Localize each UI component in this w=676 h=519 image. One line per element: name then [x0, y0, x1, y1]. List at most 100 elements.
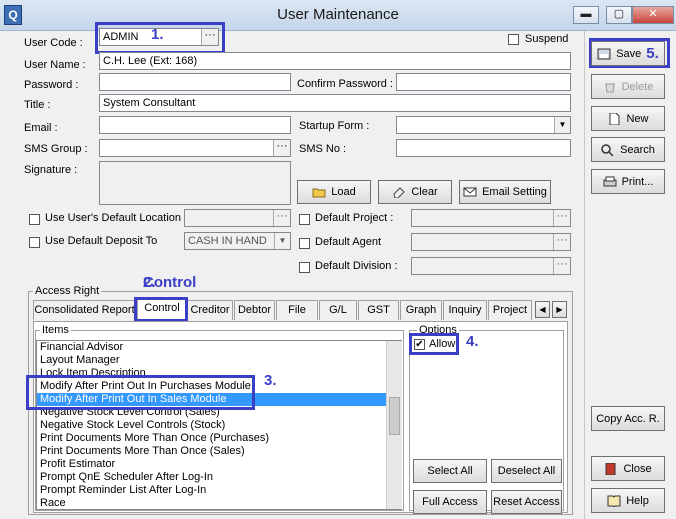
default-division-lookup-button[interactable]: ··· [553, 258, 570, 274]
list-item[interactable]: Profit Estimator [37, 458, 401, 471]
default-project-label: Default Project : [315, 212, 394, 224]
default-project-checkbox[interactable] [299, 214, 310, 225]
items-scrollbar[interactable] [386, 341, 402, 509]
suspend-label: Suspend [525, 33, 569, 45]
suspend-checkbox[interactable] [508, 34, 519, 45]
list-item[interactable]: Print Documents More Than Once (Sales) [37, 445, 401, 458]
close-window-button[interactable]: ✕ [632, 6, 674, 24]
help-button[interactable]: Help [591, 488, 665, 513]
default-division-label: Default Division : [315, 260, 398, 272]
items-list[interactable]: Financial Advisor Layout Manager Lock It… [36, 340, 402, 510]
annotation-3: 3. [264, 372, 277, 389]
tab-consolidated-report[interactable]: Consolidated Report [33, 300, 136, 320]
default-project-input[interactable]: ··· [411, 209, 571, 227]
title-label: Title : [24, 99, 51, 111]
list-item[interactable]: Negative Stock Level Controls (Stock) [37, 419, 401, 432]
reset-access-button[interactable]: Reset Access [491, 490, 562, 514]
items-label: Items [40, 324, 71, 336]
tab-project[interactable]: Project [488, 300, 532, 320]
new-button[interactable]: New [591, 106, 665, 131]
title-input[interactable]: System Consultant [99, 94, 571, 112]
full-access-button[interactable]: Full Access [413, 490, 487, 514]
sms-group-lookup-button[interactable]: ··· [273, 140, 290, 156]
tab-inquiry[interactable]: Inquiry [443, 300, 487, 320]
default-division-checkbox[interactable] [299, 262, 310, 273]
select-all-button[interactable]: Select All [413, 459, 487, 483]
search-button[interactable]: Search [591, 137, 665, 162]
startup-form-label: Startup Form : [299, 120, 370, 132]
sidebar-divider [584, 31, 585, 519]
default-project-lookup-button[interactable]: ··· [553, 210, 570, 226]
restore-button[interactable]: ▢ [606, 6, 632, 24]
delete-button[interactable]: Delete [591, 74, 665, 99]
annotation-2-label: 2. [143, 274, 156, 291]
folder-icon [312, 186, 326, 198]
search-icon [601, 143, 615, 157]
highlight-box-4 [409, 333, 459, 355]
highlight-box-3 [26, 375, 255, 410]
clear-button[interactable]: Clear [378, 180, 452, 204]
sms-group-input[interactable]: ··· [99, 139, 291, 157]
list-item[interactable]: Prompt Reminder List After Log-In [37, 484, 401, 497]
trash-icon [603, 81, 617, 93]
close-button[interactable]: Close [591, 456, 665, 481]
list-item[interactable]: Layout Manager [37, 354, 401, 367]
load-button[interactable]: Load [297, 180, 371, 204]
tab-file[interactable]: File [276, 300, 318, 320]
startup-form-select[interactable]: ▼ [396, 116, 571, 134]
email-input[interactable] [99, 116, 291, 134]
default-location-lookup-button[interactable]: ··· [273, 210, 290, 226]
default-agent-checkbox[interactable] [299, 238, 310, 249]
save-icon [597, 48, 611, 60]
copy-access-right-button[interactable]: Copy Acc. R. [591, 406, 665, 431]
chevron-down-icon[interactable]: ▼ [274, 233, 290, 249]
help-book-icon [607, 495, 621, 508]
confirm-password-label: Confirm Password : [297, 78, 393, 90]
default-division-input[interactable]: ··· [411, 257, 571, 275]
options-group [409, 330, 564, 511]
default-deposit-select[interactable]: CASH IN HAND ▼ [184, 232, 291, 250]
user-name-input[interactable]: C.H. Lee (Ext: 168) [99, 52, 571, 70]
user-code-label: User Code : [24, 37, 83, 49]
use-default-deposit-checkbox[interactable] [29, 237, 40, 248]
sms-group-label: SMS Group : [24, 143, 88, 155]
user-code-lookup-button[interactable]: ··· [201, 29, 218, 45]
tab-scroll-right-button[interactable]: ▶ [552, 301, 567, 318]
eraser-icon [392, 186, 406, 199]
default-agent-input[interactable]: ··· [411, 233, 571, 251]
annotation-1: 1. [151, 26, 164, 43]
tab-scroll-left-button[interactable]: ◀ [535, 301, 550, 318]
tab-gl[interactable]: G/L [319, 300, 357, 320]
sms-no-input[interactable] [396, 139, 571, 157]
envelope-icon [463, 186, 477, 198]
list-item[interactable]: Race [37, 497, 401, 509]
list-item[interactable]: Print Documents More Than Once (Purchase… [37, 432, 401, 445]
tab-debtor[interactable]: Debtor [234, 300, 275, 320]
scrollbar-thumb[interactable] [389, 397, 400, 435]
default-agent-lookup-button[interactable]: ··· [553, 234, 570, 250]
user-name-label: User Name : [24, 59, 86, 71]
use-default-location-checkbox[interactable] [29, 214, 40, 225]
signature-box [99, 161, 291, 205]
minimize-button[interactable]: ▬ [573, 6, 599, 24]
new-document-icon [607, 112, 621, 125]
tab-creditor[interactable]: Creditor [187, 300, 233, 320]
list-item[interactable]: Financial Advisor [37, 341, 401, 354]
annotation-4: 4. [466, 333, 479, 350]
default-agent-label: Default Agent [315, 236, 382, 248]
tab-graph[interactable]: Graph [400, 300, 442, 320]
password-input[interactable] [99, 73, 291, 91]
save-button[interactable]: Save 5. [591, 41, 665, 66]
password-label: Password : [24, 79, 79, 91]
deselect-all-button[interactable]: Deselect All [491, 459, 562, 483]
use-default-location-label: Use User's Default Location [45, 212, 181, 224]
print-button[interactable]: Print... [591, 169, 665, 194]
chevron-down-icon[interactable]: ▼ [554, 117, 570, 133]
tab-gst[interactable]: GST [358, 300, 399, 320]
exit-door-icon [604, 462, 618, 475]
default-location-input[interactable]: ··· [184, 209, 291, 227]
access-right-label: Access Right [33, 285, 102, 297]
email-setting-button[interactable]: Email Setting [459, 180, 551, 204]
confirm-password-input[interactable] [396, 73, 571, 91]
list-item[interactable]: Prompt QnE Scheduler After Log-In [37, 471, 401, 484]
